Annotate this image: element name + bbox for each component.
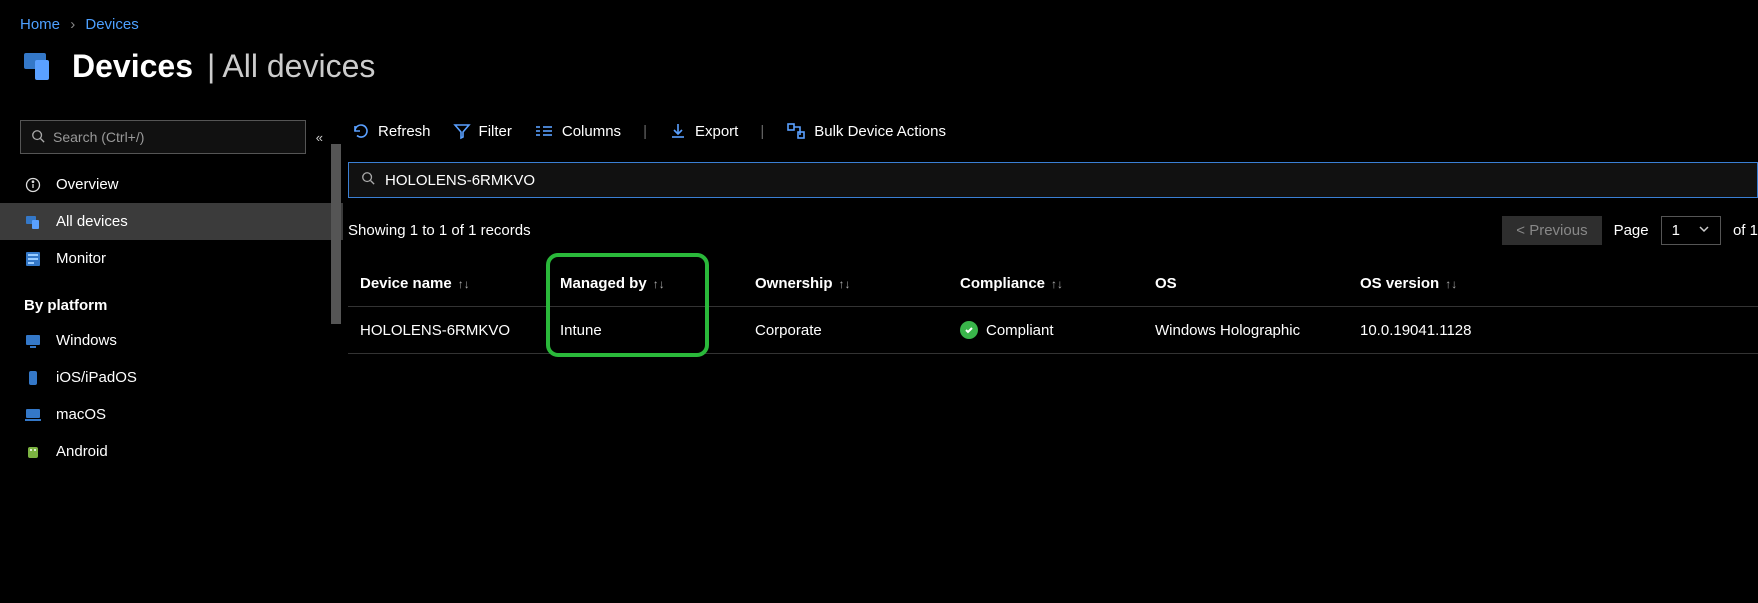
main-content: Refresh Filter Columns | Export [344, 110, 1758, 598]
col-compliance[interactable]: Compliance↑↓ [948, 261, 1143, 307]
sidebar-item-label: iOS/iPadOS [56, 369, 137, 386]
sidebar-item-macos[interactable]: macOS [0, 396, 343, 433]
sidebar-item-label: Overview [56, 176, 119, 193]
compliant-check-icon [960, 321, 978, 339]
breadcrumb: Home › Devices [0, 0, 1758, 43]
previous-page-button[interactable]: < Previous [1502, 216, 1601, 245]
page-header: Devices | All devices [0, 43, 1758, 110]
device-search-field[interactable]: HOLOLENS-6RMKVO [348, 162, 1758, 198]
macos-icon [24, 407, 42, 423]
sidebar-scrollbar[interactable] [331, 144, 341, 324]
devices-icon [24, 214, 42, 230]
page-title: Devices [72, 48, 193, 85]
monitor-icon [24, 251, 42, 267]
col-device-name[interactable]: Device name↑↓ [348, 261, 548, 307]
breadcrumb-separator: › [70, 16, 75, 33]
chevron-down-icon [1698, 222, 1710, 239]
sidebar-item-label: All devices [56, 213, 128, 230]
col-ownership[interactable]: Ownership↑↓ [743, 261, 948, 307]
export-icon [669, 122, 687, 140]
breadcrumb-home[interactable]: Home [20, 16, 60, 33]
columns-icon [534, 122, 554, 140]
refresh-button[interactable]: Refresh [352, 122, 431, 140]
col-os[interactable]: OS [1143, 261, 1348, 307]
table-row[interactable]: HOLOLENS-6RMKVO Intune Corporate Complia… [348, 307, 1758, 354]
sidebar-item-all-devices[interactable]: All devices [0, 203, 343, 240]
sidebar-item-windows[interactable]: Windows [0, 322, 343, 359]
page-selector[interactable]: 1 [1661, 216, 1721, 245]
records-summary: Showing 1 to 1 of 1 records [348, 222, 531, 239]
sidebar-section-by-platform: By platform [0, 277, 343, 322]
breadcrumb-devices[interactable]: Devices [85, 16, 138, 33]
export-button[interactable]: Export [669, 122, 738, 140]
pagination: < Previous Page 1 of 1 [1502, 216, 1758, 245]
filter-icon [453, 122, 471, 140]
sidebar-item-label: Android [56, 443, 108, 460]
bulk-actions-button[interactable]: Bulk Device Actions [786, 122, 946, 140]
devices-header-icon [20, 47, 58, 85]
cell-os: Windows Holographic [1143, 307, 1348, 354]
info-icon [24, 177, 42, 193]
sidebar-item-label: Windows [56, 332, 117, 349]
cell-os-version: 10.0.19041.1128 [1348, 307, 1758, 354]
sidebar-item-monitor[interactable]: Monitor [0, 240, 343, 277]
search-icon [361, 171, 375, 189]
sidebar-item-ios[interactable]: iOS/iPadOS [0, 359, 343, 396]
sort-icon: ↑↓ [1445, 277, 1457, 291]
sidebar-item-label: macOS [56, 406, 106, 423]
sort-icon: ↑↓ [1051, 277, 1063, 291]
ios-icon [24, 370, 42, 386]
page-of-label: of 1 [1733, 222, 1758, 239]
sidebar-item-overview[interactable]: Overview [0, 166, 343, 203]
sidebar: « Overview All devices Monitor By platfo… [0, 110, 344, 598]
sort-icon: ↑↓ [839, 277, 851, 291]
filter-button[interactable]: Filter [453, 122, 512, 140]
sidebar-item-label: Monitor [56, 250, 106, 267]
sidebar-collapse-button[interactable]: « [316, 130, 323, 145]
sort-icon: ↑↓ [653, 277, 665, 291]
search-icon [31, 129, 45, 146]
cell-managed-by: Intune [548, 307, 743, 354]
columns-button[interactable]: Columns [534, 122, 621, 140]
cell-ownership: Corporate [743, 307, 948, 354]
sort-icon: ↑↓ [458, 277, 470, 291]
page-label: Page [1614, 222, 1649, 239]
col-os-version[interactable]: OS version↑↓ [1348, 261, 1758, 307]
col-managed-by[interactable]: Managed by↑↓ [548, 261, 743, 307]
android-icon [24, 444, 42, 460]
windows-icon [24, 333, 42, 349]
sidebar-item-android[interactable]: Android [0, 433, 343, 470]
devices-table: Device name↑↓ Managed by↑↓ Ownership↑↓ C… [348, 261, 1758, 354]
toolbar: Refresh Filter Columns | Export [348, 110, 1758, 162]
refresh-icon [352, 122, 370, 140]
table-header-row: Device name↑↓ Managed by↑↓ Ownership↑↓ C… [348, 261, 1758, 307]
cell-device-name: HOLOLENS-6RMKVO [348, 307, 548, 354]
cell-compliance: Compliant [948, 307, 1143, 354]
toolbar-separator: | [643, 123, 647, 140]
bulk-icon [786, 122, 806, 140]
sidebar-search-input[interactable] [53, 129, 295, 145]
page-subtitle: | All devices [207, 48, 375, 85]
toolbar-separator: | [760, 123, 764, 140]
device-search-value: HOLOLENS-6RMKVO [385, 172, 535, 189]
sidebar-search[interactable] [20, 120, 306, 154]
